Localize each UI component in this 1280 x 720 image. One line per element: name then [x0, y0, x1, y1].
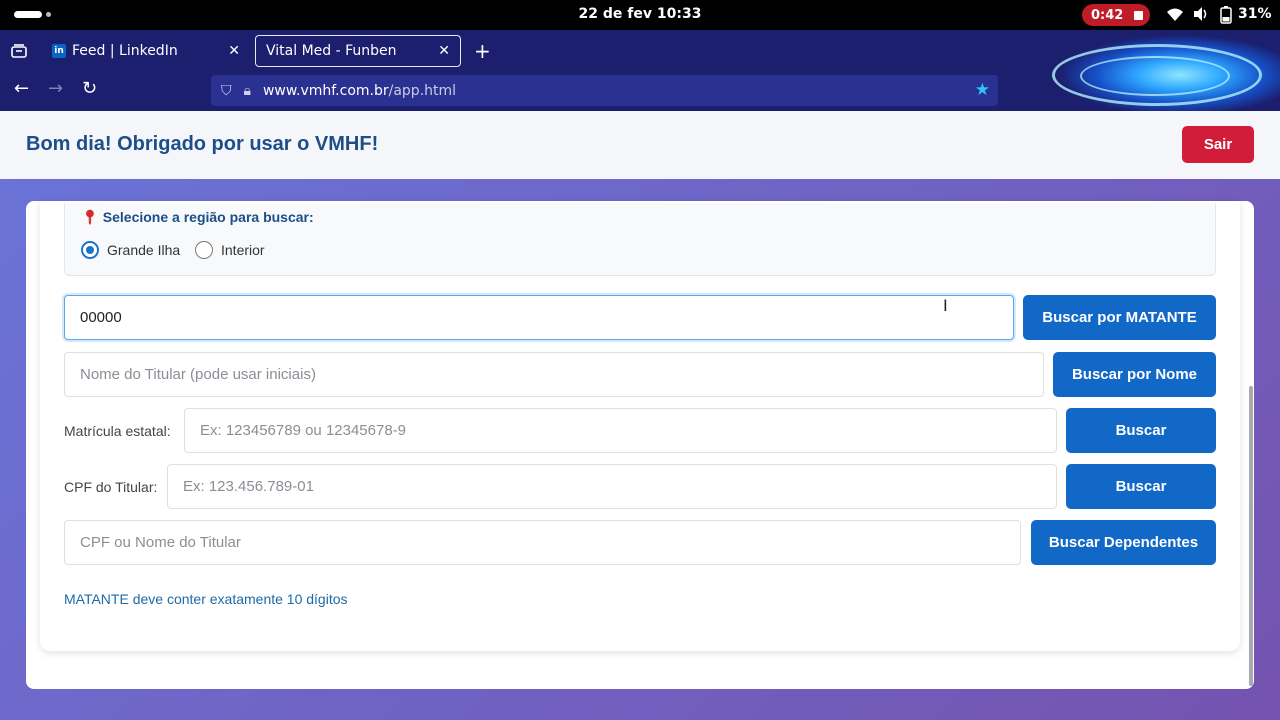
battery-percent: 31% [1238, 6, 1272, 22]
radio-interior[interactable]: Interior [195, 241, 265, 259]
volume-icon[interactable] [1192, 6, 1210, 22]
screen-recording-indicator[interactable]: 0:42 [1082, 4, 1150, 26]
search-name-button[interactable]: Buscar por Nome [1053, 352, 1216, 397]
linkedin-icon: in [52, 44, 66, 58]
address-bar[interactable]: ⛉ 🔒︎ www.vmhf.com.br/app.html ★ [211, 75, 998, 106]
tab-vital-med[interactable]: Vital Med - Funben ✕ [255, 35, 461, 67]
tab-label: Feed | LinkedIn [72, 43, 178, 59]
back-icon[interactable]: ← [14, 78, 29, 99]
close-tab-icon[interactable]: ✕ [438, 43, 450, 59]
theme-artwork [1040, 30, 1280, 111]
search-cpf-button[interactable]: Buscar [1066, 464, 1216, 509]
cpf-input[interactable] [167, 464, 1057, 509]
cpf-label: CPF do Titular: [64, 479, 158, 495]
battery-icon[interactable] [1220, 6, 1232, 24]
radio-unselected-icon[interactable] [195, 241, 213, 259]
tab-linkedin[interactable]: in Feed | LinkedIn ✕ [42, 35, 250, 67]
tab-overview-icon[interactable] [10, 43, 28, 59]
name-input[interactable] [64, 352, 1044, 397]
pin-icon: 📍︎ [81, 209, 99, 225]
reload-icon[interactable]: ↻ [82, 78, 97, 99]
wifi-icon[interactable] [1166, 6, 1184, 22]
close-tab-icon[interactable]: ✕ [228, 43, 240, 59]
region-title: 📍︎ Selecione a região para buscar: [81, 209, 314, 225]
bookmark-star-icon[interactable]: ★ [975, 80, 990, 100]
shield-icon[interactable]: ⛉ [221, 83, 232, 99]
validation-message: MATANTE deve conter exatamente 10 dígito… [64, 591, 348, 607]
matricula-input[interactable] [184, 408, 1057, 453]
radio-grande-ilha[interactable]: Grande Ilha [81, 241, 180, 259]
browser-chrome: in Feed | LinkedIn ✕ Vital Med - Funben … [0, 30, 1280, 111]
stop-icon [1134, 10, 1144, 20]
text-cursor-icon: I [943, 296, 948, 315]
search-matricula-button[interactable]: Buscar [1066, 408, 1216, 453]
tab-label: Vital Med - Funben [266, 43, 397, 59]
url-host: www.vmhf.com.br [262, 82, 389, 99]
lock-icon[interactable]: 🔒︎ [244, 83, 251, 99]
radio-selected-icon[interactable] [81, 241, 99, 259]
forward-icon[interactable]: → [48, 78, 63, 99]
region-selector: 📍︎ Selecione a região para buscar: Grande… [64, 203, 1216, 276]
page-viewport: Bom dia! Obrigado por usar o VMHF! Sair … [0, 111, 1280, 720]
recording-time: 0:42 [1091, 7, 1124, 23]
scrollbar-thumb[interactable] [1249, 386, 1253, 686]
url-path: /app.html [388, 82, 457, 99]
logout-button[interactable]: Sair [1182, 126, 1254, 163]
matante-input[interactable] [64, 295, 1014, 340]
greeting-title: Bom dia! Obrigado por usar o VMHF! [26, 133, 379, 155]
search-matante-button[interactable]: Buscar por MATANTE [1023, 295, 1216, 340]
dependents-input[interactable] [64, 520, 1021, 565]
matricula-label: Matrícula estatal: [64, 423, 171, 439]
app-header: Bom dia! Obrigado por usar o VMHF! Sair [0, 111, 1280, 179]
system-bar: 22 de fev 10:33 0:42 31% [0, 0, 1280, 30]
new-tab-icon[interactable]: + [474, 39, 491, 63]
search-dependents-button[interactable]: Buscar Dependentes [1031, 520, 1216, 565]
